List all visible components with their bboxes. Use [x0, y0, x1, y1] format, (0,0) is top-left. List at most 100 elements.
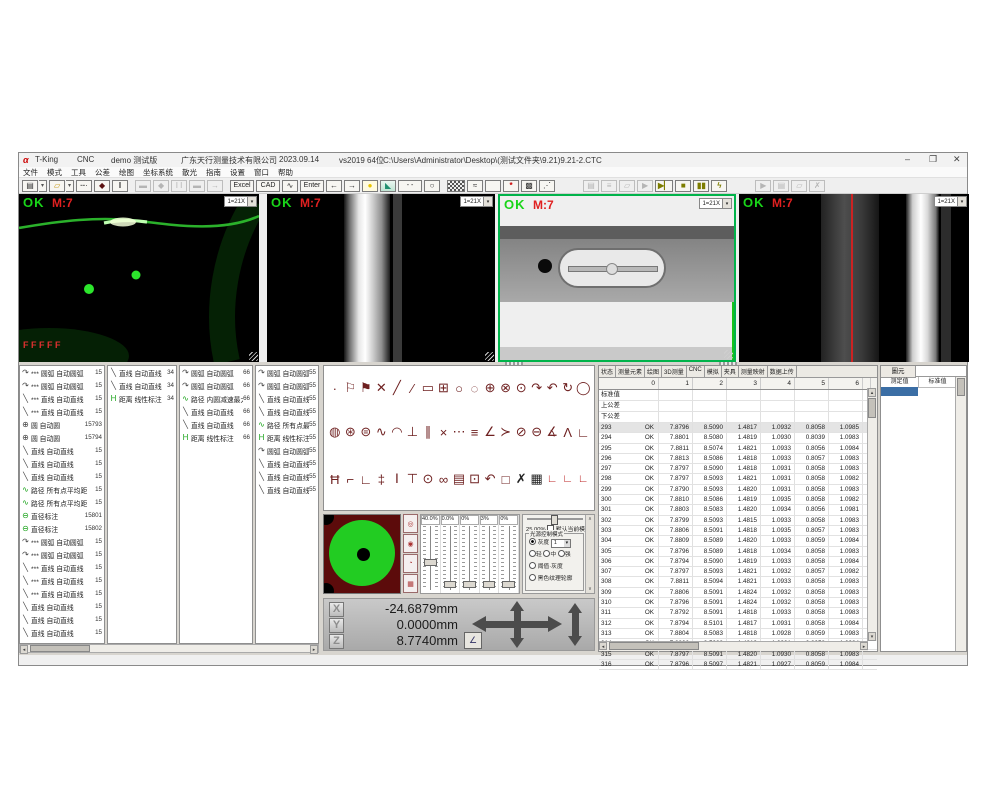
measure-list-item[interactable]: ╲直线 自动直线15	[20, 626, 104, 639]
light-slider-4[interactable]: 3%	[480, 515, 500, 593]
table-row[interactable]: 308OK7.88118.50941.48211.09330.80581.098…	[599, 577, 877, 587]
matrix-button[interactable]: ▩	[521, 180, 537, 192]
save3-button-disabled[interactable]: ▤	[773, 180, 789, 192]
table-row[interactable]: 298OK7.87978.50931.48211.09310.80581.098…	[599, 474, 877, 484]
measure-list-item[interactable]: ╲直线 自动直线15	[20, 600, 104, 613]
camera1-scale-dropdown[interactable]: ▾	[247, 197, 256, 206]
circle-minus-tool-icon[interactable]: ⊖	[529, 424, 545, 440]
measure-list-item[interactable]: ∿路径 内圆减速最大66	[180, 392, 252, 405]
options-scrollbar[interactable]: ∧∨	[585, 515, 594, 593]
measure-list-item[interactable]: H距离 线性标注66	[180, 431, 252, 444]
text-cursor-button[interactable]: I	[112, 180, 128, 192]
table-tab-1[interactable]: 状态	[599, 366, 616, 377]
open-folder-button[interactable]: ▱	[49, 180, 65, 192]
table-row[interactable]: 306OK7.87948.50901.48191.09330.80581.098…	[599, 557, 877, 567]
rectangle-tool-icon[interactable]: ▭	[420, 380, 436, 396]
table-tab-3[interactable]: 绘图	[645, 366, 662, 377]
lamp-button[interactable]: ●	[362, 180, 378, 192]
table-tab-8[interactable]: 测量映射	[739, 366, 768, 377]
pick-flag-filled-tool-icon[interactable]: ⚑	[358, 380, 374, 396]
measure-list-item[interactable]: ╲直线 自动直线66	[180, 418, 252, 431]
circle-center-tool-icon[interactable]: ⊙	[513, 380, 529, 396]
measure-list-item[interactable]: ∿路径 所有点平均距15	[20, 483, 104, 496]
table-row[interactable]: 305OK7.87968.50891.48181.09340.80581.098…	[599, 547, 877, 557]
strength-radio-1[interactable]	[529, 550, 536, 557]
line-probe-button[interactable]: ╌·	[76, 180, 92, 192]
tool-button-disabled[interactable]: ✗	[809, 180, 825, 192]
measure-list-item[interactable]: ╲直线 自动直线15	[20, 457, 104, 470]
element-selected-cell[interactable]	[881, 387, 918, 396]
measure-list-item[interactable]: ↷*** 圆弧 自动圆弧15	[20, 366, 104, 379]
table-row[interactable]: 299OK7.87908.50931.48201.09310.80581.098…	[599, 485, 877, 495]
measure-list-item[interactable]: ⊖直径标注15801	[20, 509, 104, 522]
corner-angle-tool-icon[interactable]: ∟	[358, 472, 374, 487]
distance-h-tool-icon[interactable]: Ħ	[327, 472, 343, 487]
brightness-slider[interactable]	[527, 518, 583, 520]
measure-list-item[interactable]: ╲直线 自动直线55	[256, 470, 318, 483]
measure-list-item[interactable]: H距离 线性标注34	[108, 392, 176, 405]
ring-grid-icon[interactable]: ▦	[403, 574, 418, 593]
arc-ccw-tool-icon[interactable]: ↶	[544, 380, 560, 396]
i-beam-tool-icon[interactable]: Ⅰ	[389, 471, 405, 487]
enter-button[interactable]: Enter	[300, 180, 324, 192]
table-row[interactable]: 303OK7.88068.50911.48181.09350.80571.098…	[599, 526, 877, 536]
selection-box-tool-icon[interactable]: □	[498, 472, 514, 487]
table-row[interactable]: 311OK7.87928.50911.48181.09330.80581.098…	[599, 608, 877, 618]
camera4-scale-dropdown[interactable]: ▾	[957, 197, 966, 206]
undo-tool-icon[interactable]: ↶	[482, 471, 498, 487]
slider-handle[interactable]	[502, 581, 515, 588]
cone-tool-icon[interactable]: Λ	[560, 425, 576, 440]
table-row[interactable]: 294OK7.88018.50801.48191.09300.80391.098…	[599, 433, 877, 443]
measure-list-item[interactable]: ⊕圆 自动圆15794	[20, 431, 104, 444]
measure-list-item[interactable]: ╲直线 自动直线66	[180, 405, 252, 418]
delete-tool-icon[interactable]: ✗	[513, 471, 529, 487]
copy-tool-icon[interactable]: ⊡	[467, 471, 483, 487]
save2-button-disabled[interactable]: ▤	[583, 180, 599, 192]
stop-button[interactable]: ■	[675, 180, 691, 192]
menu-item-11[interactable]: 帮助	[278, 167, 293, 178]
next-button[interactable]: →	[344, 180, 360, 192]
play-button-disabled[interactable]: ▶	[637, 180, 653, 192]
table-row[interactable]: 301OK7.88038.50831.48201.09340.80561.098…	[599, 505, 877, 515]
measure-list-item[interactable]: ↷*** 圆弧 自动圆弧15	[20, 548, 104, 561]
camera-view-2[interactable]: OK M:7 1=21X▾	[267, 194, 495, 362]
cad-button[interactable]: CAD	[256, 180, 280, 192]
ellipse-tool-icon[interactable]: ◯	[576, 380, 592, 396]
list-horizontal-scrollbar[interactable]: ◂▸	[19, 644, 319, 653]
table-row[interactable]: 297OK7.87978.50901.48181.09310.80581.098…	[599, 464, 877, 474]
table-row[interactable]: 293OK7.87968.50901.48171.09320.80581.098…	[599, 423, 877, 433]
datum-target-tool-icon[interactable]: ⊙	[420, 471, 436, 487]
circle-hatched-tool-icon[interactable]: ⊕	[482, 380, 498, 396]
menu-item-3[interactable]: 工具	[71, 167, 86, 178]
measure-list-item[interactable]: ╲*** 直线 自动直线15	[20, 405, 104, 418]
menu-item-10[interactable]: 窗口	[254, 167, 269, 178]
circle-scan-tool-icon[interactable]: ◌	[467, 381, 483, 396]
measure-list-item[interactable]: ╲*** 直线 自动直线15	[20, 574, 104, 587]
light-slider-3[interactable]: 0%	[460, 515, 480, 593]
t-beam-tool-icon[interactable]: ⊤	[405, 471, 421, 487]
table-row[interactable]: 302OK7.87998.50931.48151.09330.80581.098…	[599, 516, 877, 526]
table-row[interactable]: 313OK7.88048.50831.48181.09280.80591.098…	[599, 629, 877, 639]
coord-x-tool-icon[interactable]: ∟	[544, 473, 560, 485]
table-row[interactable]: 307OK7.87978.50931.48211.09320.80571.098…	[599, 567, 877, 577]
table-row[interactable]: 295OK7.88118.50741.48211.09330.80561.098…	[599, 444, 877, 454]
measure-list-item[interactable]: ⊕圆 自动圆15793	[20, 418, 104, 431]
block-button-disabled[interactable]: ▬	[135, 180, 151, 192]
threshold-radio[interactable]	[529, 562, 536, 569]
calculator-tool-icon[interactable]: ▦	[529, 471, 545, 487]
measure-list-item[interactable]: ╲直线 自动直线15	[20, 613, 104, 626]
maximize-button[interactable]: ❐	[929, 154, 937, 165]
table-tab-6[interactable]: 模拟	[705, 366, 722, 377]
measure-list-item[interactable]: H距离 线性标注55	[256, 431, 318, 444]
magnifier-button[interactable]: ○	[424, 180, 440, 192]
right-angle-tool-icon[interactable]: ∟	[576, 425, 592, 440]
coord-y-tool-icon[interactable]: ∟	[560, 473, 576, 485]
play2-button-disabled[interactable]: ▶	[755, 180, 771, 192]
camera3-resize-grip[interactable]	[724, 350, 733, 359]
slider-handle[interactable]	[483, 581, 496, 588]
table-tab-5[interactable]: CNC	[687, 366, 705, 377]
table-tab-9[interactable]: 数据上传	[768, 366, 797, 377]
slider-handle[interactable]	[424, 559, 437, 566]
arrow-button-disabled[interactable]: →	[207, 180, 223, 192]
triple-line-tool-icon[interactable]: ≡	[467, 425, 483, 440]
